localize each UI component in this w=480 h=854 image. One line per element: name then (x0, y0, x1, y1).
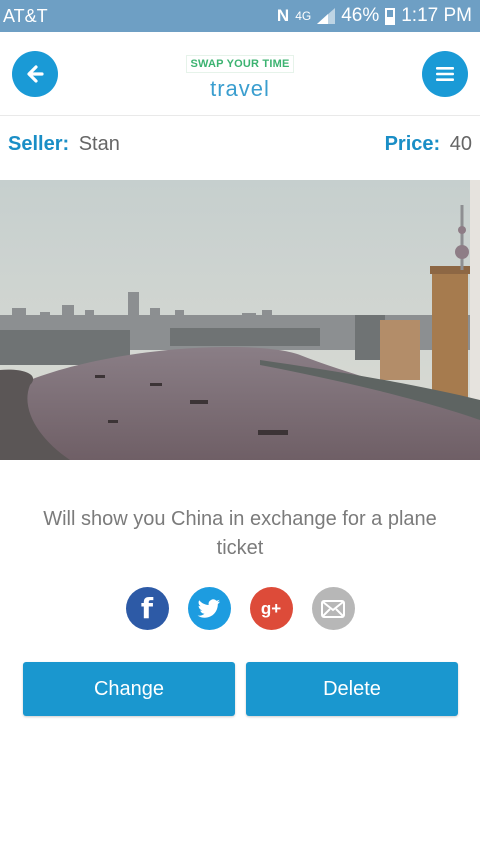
listing-photo (0, 180, 480, 460)
nfc-icon: N (276, 6, 290, 25)
price-info: Price: 40 (385, 133, 472, 156)
email-icon (321, 599, 345, 618)
status-icons: N 4G 46% 1:17 PM (277, 5, 472, 27)
email-share-button[interactable] (311, 587, 355, 630)
seller-info: Seller: Stan (8, 133, 120, 156)
signal-icon (317, 8, 336, 24)
page-title: travel (210, 76, 270, 101)
listing-description: Will show you China in exchange for a pl… (43, 508, 437, 559)
listing-info-row: Seller: Stan Price: 40 (8, 133, 472, 161)
delete-button[interactable]: Delete (246, 662, 458, 716)
battery-icon (385, 7, 396, 25)
hamburger-menu-icon (436, 67, 454, 81)
brand: SWAP YOUR TIME travel (0, 54, 480, 102)
twitter-share-button[interactable] (187, 587, 231, 630)
battery-percent: 46% (341, 5, 380, 26)
app-logo: SWAP YOUR TIME (185, 55, 295, 73)
city-skyline-image (0, 180, 480, 460)
carrier-label: AT&T (3, 6, 48, 26)
network-type-icon: 4G (295, 9, 312, 23)
menu-button[interactable] (422, 51, 468, 97)
facebook-share-button[interactable]: f (125, 587, 169, 630)
price-value: 40 (449, 133, 472, 155)
clock: 1:17 PM (401, 5, 472, 26)
twitter-icon (197, 598, 220, 618)
google-plus-share-button[interactable]: g+ (249, 587, 293, 630)
price-label: Price: (384, 133, 441, 155)
status-bar: AT&T N 4G 46% 1:17 PM (0, 0, 480, 32)
change-button[interactable]: Change (23, 662, 235, 716)
share-row: f g+ (0, 587, 480, 630)
header-divider (0, 115, 480, 116)
google-plus-icon: g+ (260, 598, 282, 618)
seller-name: Stan (78, 133, 120, 155)
seller-label: Seller: (8, 133, 70, 155)
facebook-icon: f (140, 592, 154, 625)
app-header: SWAP YOUR TIME travel (0, 32, 480, 116)
